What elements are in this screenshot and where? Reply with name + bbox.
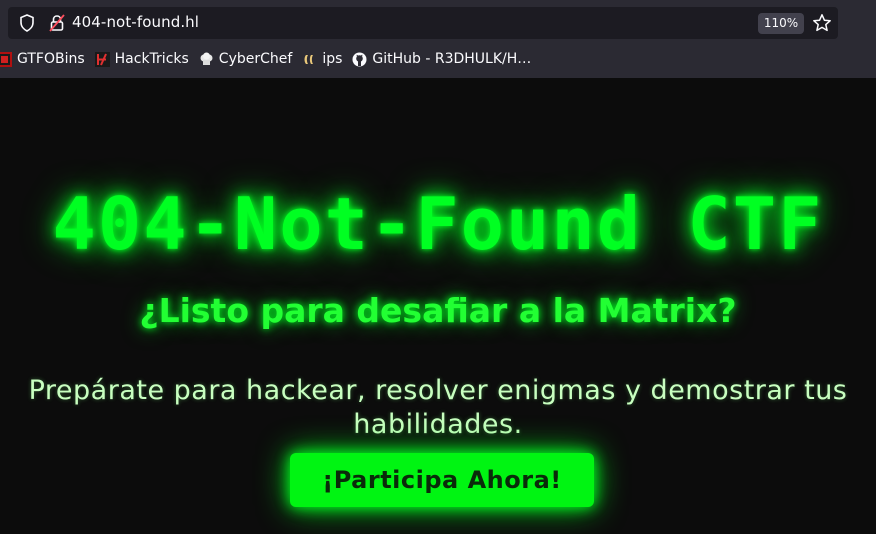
bookmark-label: HackTricks — [114, 51, 189, 67]
bookmark-star-icon[interactable] — [812, 13, 832, 33]
bookmark-cyberchef[interactable]: CyberChef — [199, 47, 299, 71]
bookmark-label: GitHub - R3DHULK/H… — [372, 51, 532, 67]
bookmark-github[interactable]: GitHub - R3DHULK/H… — [352, 47, 537, 71]
zoom-level-badge[interactable]: 110% — [758, 13, 804, 34]
bookmark-ips[interactable]: ips — [302, 47, 348, 71]
hacktricks-icon — [94, 51, 110, 67]
url-text[interactable]: 404-not-found.hl — [72, 13, 199, 31]
bookmarks-toolbar: GTFOBins HackTricks CyberChef ips GitHub… — [0, 46, 876, 72]
github-icon — [352, 52, 367, 66]
insecure-lock-icon[interactable] — [49, 14, 65, 32]
browser-toolbar: 404-not-found.hl 110% GTFOBins HackTrick… — [0, 0, 876, 78]
cyberchef-icon — [200, 52, 213, 65]
tracking-protection-shield-icon[interactable] — [19, 14, 35, 32]
page-description: Prepárate para hackear, resolver enigmas… — [28, 375, 848, 440]
gtfobins-icon — [0, 51, 12, 67]
page-content: 404-Not-Found CTF ¿Listo para desafiar a… — [0, 78, 876, 534]
bookmark-label: CyberChef — [218, 51, 293, 67]
address-bar[interactable]: 404-not-found.hl 110% — [8, 7, 838, 39]
bookmark-label: ips — [322, 51, 343, 67]
bookmark-gtfobins[interactable]: GTFOBins — [0, 47, 91, 71]
bookmark-label: GTFOBins — [17, 51, 85, 67]
bookmark-hacktricks[interactable]: HackTricks — [94, 47, 195, 71]
page-title: 404-Not-Found CTF — [52, 182, 824, 266]
page-subtitle: ¿Listo para desafiar a la Matrix? — [139, 291, 737, 330]
ips-icon — [304, 54, 314, 64]
participate-button[interactable]: ¡Participa Ahora! — [290, 453, 594, 507]
